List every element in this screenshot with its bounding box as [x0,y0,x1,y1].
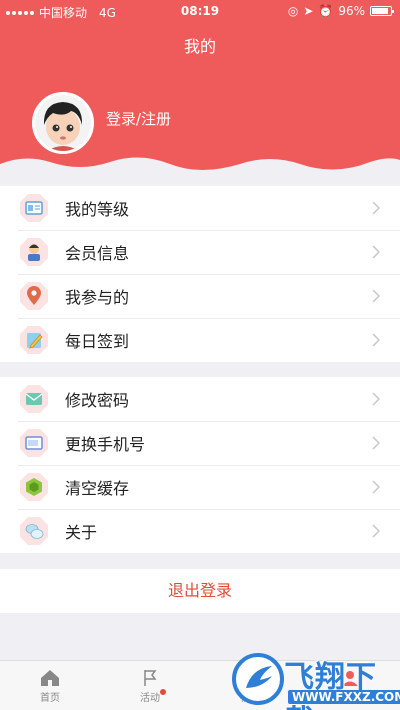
member-icon [18,236,50,268]
chevron-right-icon [372,436,380,450]
menu-item-label: 关于 [65,523,98,542]
envelope-icon [18,383,50,415]
location-pin-icon [18,280,50,312]
header-wave [0,157,400,188]
login-register-link[interactable]: 登录/注册 [106,108,171,129]
menu-item-my-level[interactable]: 我的等级 [0,186,400,230]
flag-icon [144,670,157,686]
profile-header: 我的 登录/注册 [0,22,400,188]
phone-card-icon [18,427,50,459]
tab-activity[interactable]: 活动 [100,661,200,710]
alarm-icon: ⏰ [318,4,334,18]
chevron-right-icon [372,333,380,347]
watermark-url: WWW.FXXZ.COM [288,690,400,704]
page-title: 我的 [183,37,216,56]
pencil-icon [18,324,50,356]
orientation-lock-icon: ◎ [287,4,299,18]
notification-dot [160,689,166,695]
hexagon-icon [18,471,50,503]
chevron-right-icon [372,524,380,538]
home-icon [41,670,59,686]
menu-item-label: 清空缓存 [65,479,130,498]
menu-item-label: 会员信息 [65,244,130,263]
chevron-right-icon [372,245,380,259]
tab-label: 首页 [40,693,60,704]
location-arrow-icon: ➤ [303,4,314,18]
menu-item-label: 我的等级 [65,200,130,219]
menu-group-account: 我的等级 会员信息 我参与的 每日签到 [0,186,400,362]
tab-home[interactable]: 首页 [0,661,100,710]
battery-percent: 96% [338,4,365,18]
battery-icon [370,6,394,16]
menu-item-label: 我参与的 [65,288,130,307]
chevron-right-icon [372,480,380,494]
chevron-right-icon [372,392,380,406]
status-bar: 中国移动 4G 08:19 ◎ ➤ ⏰ 96% [0,0,400,22]
menu-item-my-participation[interactable]: 我参与的 [0,274,400,318]
menu-item-label: 更换手机号 [65,435,146,454]
logout-button[interactable]: 退出登录 [0,569,400,613]
menu-item-about[interactable]: 关于 [0,509,400,553]
menu-group-settings: 修改密码 更换手机号 清空缓存 关于 [0,377,400,553]
menu-item-label: 每日签到 [65,332,130,351]
menu-item-change-phone[interactable]: 更换手机号 [0,421,400,465]
tab-label: 活动 [140,693,160,704]
chat-bubble-icon [18,515,50,547]
menu-item-daily-checkin[interactable]: 每日签到 [0,318,400,362]
menu-item-change-password[interactable]: 修改密码 [0,377,400,421]
menu-item-label: 修改密码 [65,391,130,410]
watermark-logo-icon [232,653,284,705]
avatar[interactable] [32,92,94,154]
watermark: 飞翔下载 WWW.FXXZ.COM [232,648,400,710]
menu-item-clear-cache[interactable]: 清空缓存 [0,465,400,509]
chevron-right-icon [372,289,380,303]
chevron-right-icon [372,201,380,215]
id-card-icon [18,192,50,224]
menu-item-member-info[interactable]: 会员信息 [0,230,400,274]
